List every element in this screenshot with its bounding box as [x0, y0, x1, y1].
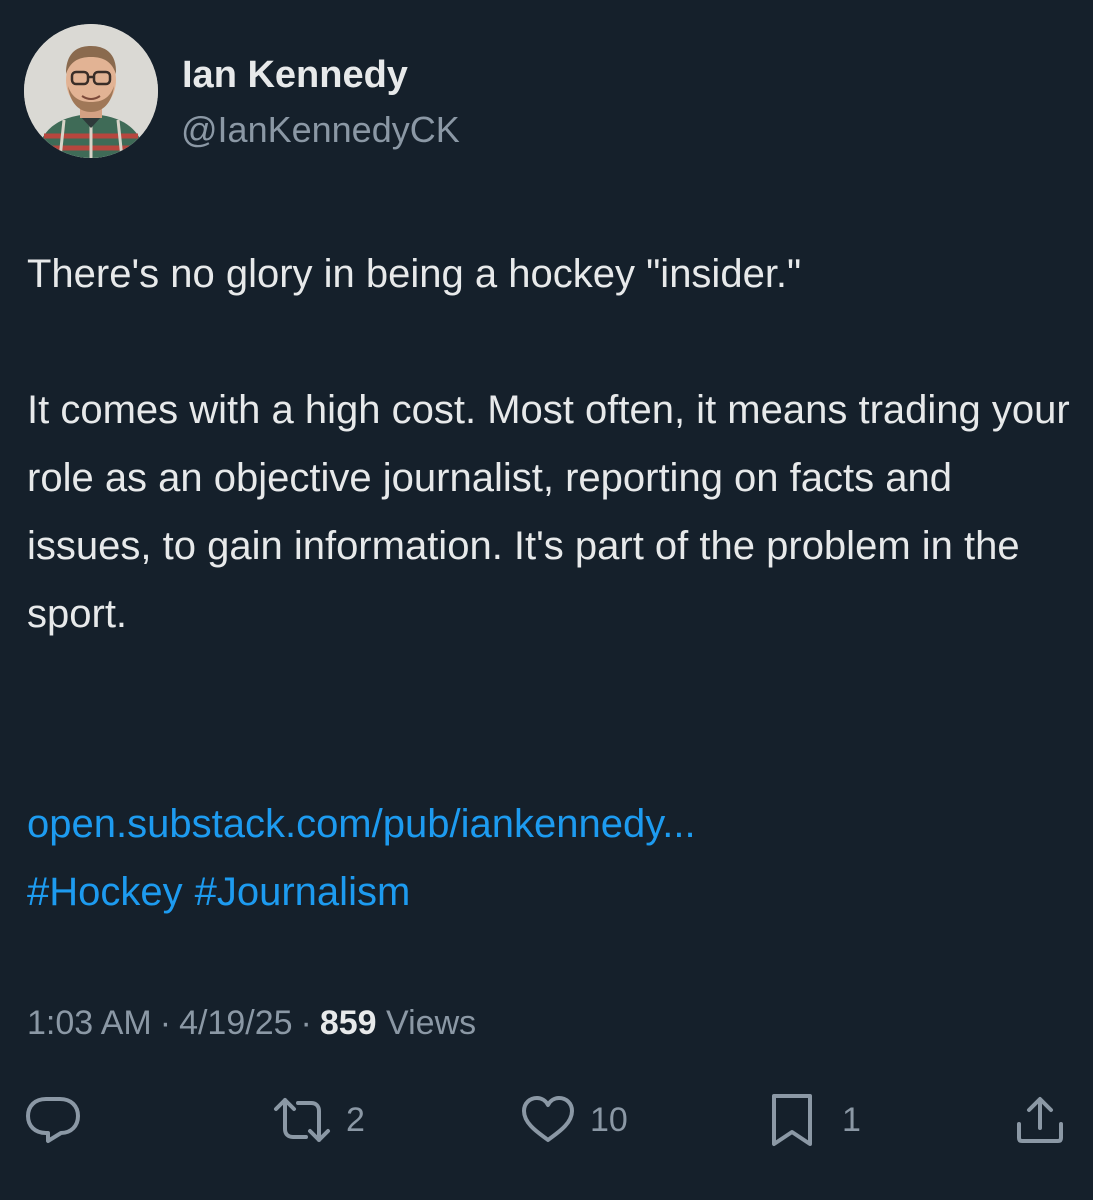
profile-photo: [24, 24, 158, 158]
retweet-count: 2: [346, 1100, 365, 1139]
tweet-links: open.substack.com/pub/iankennedy... #Hoc…: [27, 790, 696, 926]
separator: ·: [159, 1004, 172, 1042]
tweet-time[interactable]: 1:03 AM: [27, 1004, 152, 1042]
author-handle[interactable]: @IanKennedyCK: [181, 107, 460, 153]
retweet-icon: [274, 1098, 330, 1142]
share-icon: [1017, 1097, 1063, 1143]
hashtag-hockey[interactable]: #Hockey: [27, 870, 183, 914]
avatar[interactable]: [24, 24, 158, 158]
tweet-paragraph: It comes with a high cost. Most often, i…: [27, 388, 1070, 636]
reply-button[interactable]: [24, 1092, 82, 1148]
views-label: Views: [386, 1004, 477, 1042]
bookmark-button[interactable]: 1: [768, 1092, 861, 1148]
reply-icon: [26, 1097, 80, 1143]
share-button[interactable]: [1014, 1092, 1066, 1148]
views-count: 859: [319, 1004, 377, 1042]
author-name[interactable]: Ian Kennedy: [182, 52, 408, 98]
retweet-button[interactable]: 2: [272, 1092, 365, 1148]
tweet-meta: 1:03 AM · 4/19/25 · 859 Views: [27, 1000, 476, 1046]
tweet-text: There's no glory in being a hockey "insi…: [27, 240, 1077, 648]
tweet-date[interactable]: 4/19/25: [179, 1004, 292, 1042]
substack-link[interactable]: open.substack.com/pub/iankennedy...: [27, 802, 696, 846]
bookmark-icon: [772, 1094, 812, 1146]
heart-icon: [522, 1096, 574, 1142]
like-button[interactable]: 10: [520, 1092, 628, 1148]
separator: ·: [300, 1004, 312, 1042]
like-count: 10: [590, 1100, 628, 1139]
bookmark-count: 1: [842, 1100, 861, 1139]
hashtag-journalism[interactable]: #Journalism: [195, 870, 411, 914]
tweet-paragraph: There's no glory in being a hockey "insi…: [27, 252, 802, 296]
